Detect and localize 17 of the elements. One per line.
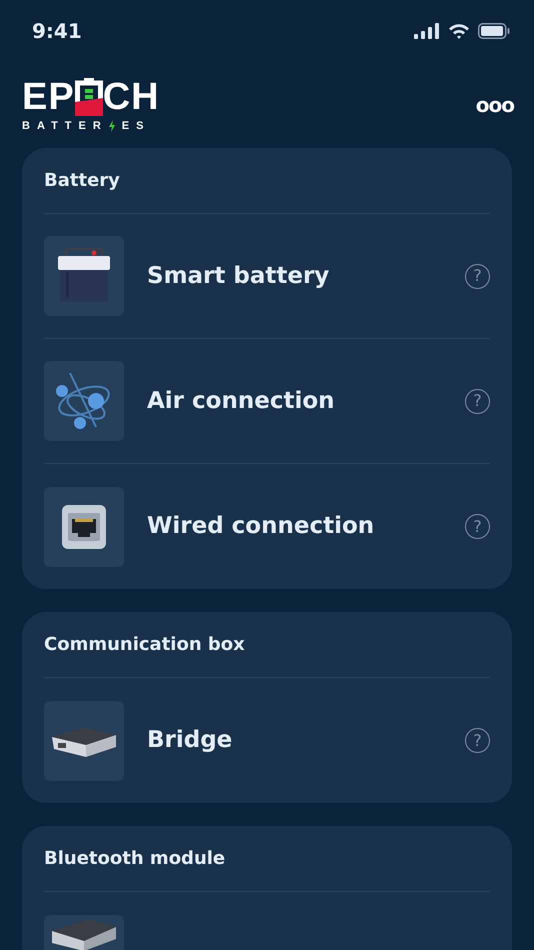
device-type-label[interactable]: Air connection [147, 384, 442, 418]
section-title: Battery [44, 148, 490, 214]
device-type-label[interactable]: Wired connection [147, 509, 442, 544]
logo: EP CH BATTER ES [22, 78, 160, 132]
wifi-icon [448, 23, 470, 39]
clock: 9:41 [32, 18, 82, 45]
section-title: Communication box [44, 612, 490, 678]
help-button[interactable]: ? [465, 264, 490, 288]
more-button[interactable]: ooo [470, 90, 520, 120]
battery-icon [478, 23, 510, 39]
help-button[interactable]: ? [465, 514, 490, 539]
device-type-label[interactable]: Smart battery [147, 258, 442, 294]
device-type-label[interactable]: Bridge [147, 723, 442, 758]
help-button[interactable]: ? [465, 388, 490, 414]
signal-icon [414, 23, 440, 39]
section-title: Bluetooth module [44, 826, 490, 892]
help-button[interactable]: ? [465, 728, 490, 753]
